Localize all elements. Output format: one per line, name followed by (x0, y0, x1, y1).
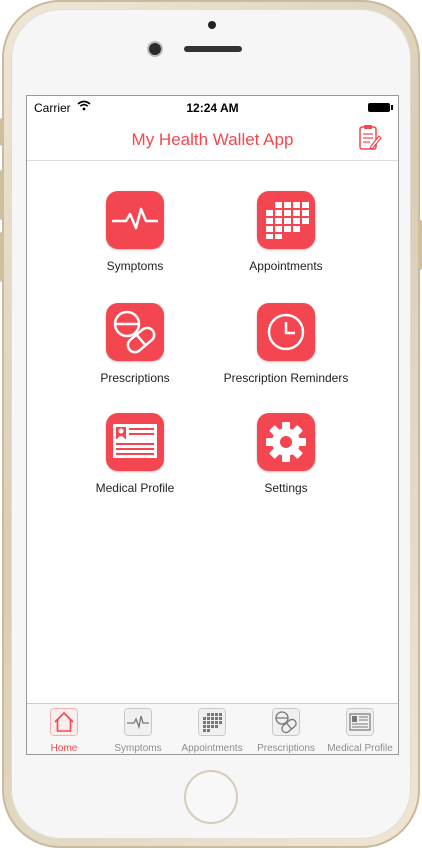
id-card-icon (346, 708, 374, 736)
settings-tile[interactable] (257, 413, 315, 471)
tab-symptoms-label: Symptoms (114, 743, 162, 754)
status-bar: Carrier 12:24 AM (27, 96, 398, 118)
pills-icon (272, 708, 300, 736)
home-button[interactable] (184, 770, 238, 824)
pulse-icon (124, 708, 152, 736)
medical-profile-label: Medical Profile (95, 481, 175, 495)
navigation-bar: My Health Wallet App (27, 118, 398, 161)
medical-profile-tile[interactable] (106, 413, 164, 471)
symptoms-label: Symptoms (106, 259, 164, 273)
tab-bar: Home Symptoms Appointments Prescriptions… (27, 703, 398, 754)
proximity-sensor (208, 21, 216, 29)
battery-icon (368, 103, 393, 112)
settings-label: Settings (264, 481, 308, 495)
app-screen: Carrier 12:24 AM My Health Wallet App Sy… (26, 95, 399, 755)
tab-prescriptions[interactable]: Prescriptions (249, 708, 323, 754)
power-button (418, 220, 422, 270)
tab-medical-profile-label: Medical Profile (327, 743, 393, 754)
calendar-icon (266, 202, 309, 239)
volume-up-button (0, 170, 4, 220)
mute-switch (0, 118, 4, 146)
id-card-icon (113, 424, 157, 458)
gear-icon (266, 422, 306, 462)
calendar-icon (198, 708, 226, 736)
earpiece-speaker (184, 46, 242, 52)
prescriptions-tile[interactable] (106, 303, 164, 361)
prescription-reminders-label: Prescription Reminders (223, 371, 349, 385)
clock-label: 12:24 AM (186, 101, 239, 115)
volume-down-button (0, 232, 4, 282)
tab-home-label: Home (50, 743, 78, 754)
tab-home[interactable]: Home (27, 708, 101, 754)
edit-notes-icon[interactable] (358, 124, 382, 152)
appointments-tile[interactable] (257, 191, 315, 249)
tab-appointments-label: Appointments (181, 743, 243, 754)
menu-item-medical-profile[interactable]: Medical Profile (55, 413, 215, 495)
tab-medical-profile[interactable]: Medical Profile (323, 708, 397, 754)
tab-prescriptions-label: Prescriptions (257, 743, 315, 754)
symptoms-tile[interactable] (106, 191, 164, 249)
pulse-icon (112, 207, 158, 230)
menu-item-appointments[interactable]: Appointments (206, 191, 366, 273)
menu-item-symptoms[interactable]: Symptoms (55, 191, 215, 273)
clock-icon (267, 313, 305, 351)
tab-appointments[interactable]: Appointments (175, 708, 249, 754)
page-title: My Health Wallet App (131, 130, 294, 149)
menu-item-prescription-reminders[interactable]: Prescription Reminders (206, 303, 366, 385)
front-camera (149, 43, 161, 55)
appointments-label: Appointments (249, 259, 323, 273)
home-icon (50, 708, 78, 736)
prescription-reminders-tile[interactable] (257, 303, 315, 361)
menu-item-prescriptions[interactable]: Prescriptions (55, 303, 215, 385)
menu-item-settings[interactable]: Settings (206, 413, 366, 495)
pills-icon (113, 310, 156, 354)
prescriptions-label: Prescriptions (100, 371, 170, 385)
tab-symptoms[interactable]: Symptoms (101, 708, 175, 754)
